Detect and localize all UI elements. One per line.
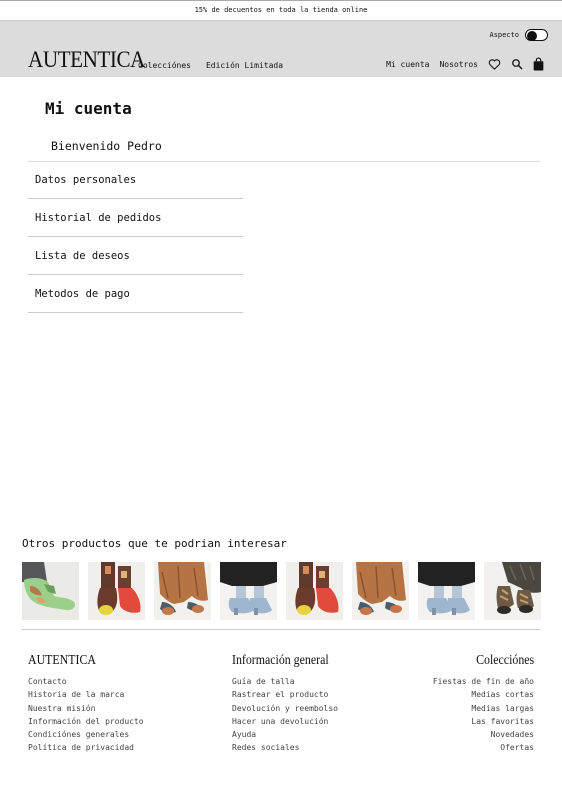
welcome-message: Bienvenido Pedro <box>51 139 162 153</box>
user-nav: Mi cuenta Nosotros <box>386 57 544 71</box>
footer-link-rastrear[interactable]: Rastrear el producto <box>232 688 342 701</box>
footer-link-historia[interactable]: Historia de la marca <box>28 688 144 701</box>
footer-link-privacidad[interactable]: Política de privacidad <box>28 741 144 754</box>
menu-item-lista-deseos[interactable]: Lista de deseos <box>28 237 243 275</box>
footer-info-title: Información general <box>232 652 329 667</box>
footer-collections: Colecciónes Fiestas de fin de año Medias… <box>433 652 534 755</box>
site-header: Aspecto AUTENTICA Colecciónes Edición Li… <box>0 21 562 77</box>
logo[interactable]: AUTENTICA <box>28 47 145 73</box>
nav-nosotros[interactable]: Nosotros <box>439 60 478 69</box>
search-icon[interactable] <box>511 58 523 70</box>
footer-link-hacer-devolucion[interactable]: Hacer una devolución <box>232 715 342 728</box>
footer-link-ayuda[interactable]: Ayuda <box>232 728 342 741</box>
account-menu: Datos personales Historial de pedidos Li… <box>28 161 243 313</box>
footer-link-mision[interactable]: Nuestra misión <box>28 702 144 715</box>
menu-item-datos-personales[interactable]: Datos personales <box>28 161 243 199</box>
footer-link-medias-cortas[interactable]: Medias cortas <box>433 688 534 701</box>
footer-link-redes[interactable]: Redes sociales <box>232 741 342 754</box>
footer-info: Información general Guía de talla Rastre… <box>232 652 342 755</box>
product-thumb-red-pattern-socks[interactable] <box>88 562 145 620</box>
footer-link-info-producto[interactable]: Información del producto <box>28 715 144 728</box>
footer-logo[interactable]: AUTENTICA <box>28 652 130 668</box>
footer-link-guia-talla[interactable]: Guía de talla <box>232 675 342 688</box>
footer-link-devolucion[interactable]: Devolución y reembolso <box>232 702 342 715</box>
nav-edicion-limitada[interactable]: Edición Limitada <box>206 61 283 70</box>
nav-mi-cuenta[interactable]: Mi cuenta <box>386 60 429 69</box>
recommendations-title: Otros productos que te podrian interesar <box>22 537 287 550</box>
footer-link-condiciones[interactable]: Condiciónes generales <box>28 728 144 741</box>
footer-brand: AUTENTICA Contacto Historia de la marca … <box>28 652 144 755</box>
nav-colecciones[interactable]: Colecciónes <box>138 61 191 70</box>
product-thumb-blue-shoes-socks[interactable] <box>220 562 277 620</box>
product-thumb-dark-pattern-socks[interactable] <box>484 562 541 620</box>
product-thumb-red-pattern-socks[interactable] <box>286 562 343 620</box>
product-thumb-brown-pants-socks[interactable] <box>352 562 409 620</box>
footer-link-fiestas[interactable]: Fiestas de fin de año <box>433 675 534 688</box>
footer-link-ofertas[interactable]: Ofertas <box>433 741 534 754</box>
product-carousel <box>22 562 541 620</box>
heart-icon[interactable] <box>488 58 501 70</box>
product-thumb-green-socks[interactable] <box>22 562 79 620</box>
footer-collections-title: Colecciónes <box>475 652 534 667</box>
divider <box>22 629 540 630</box>
bag-icon[interactable] <box>533 57 544 71</box>
main-nav: Colecciónes Edición Limitada <box>138 61 283 70</box>
product-thumb-brown-pants-socks[interactable] <box>154 562 211 620</box>
toggle-icon[interactable] <box>525 29 548 41</box>
theme-switch[interactable]: Aspecto <box>489 29 548 41</box>
footer-link-contacto[interactable]: Contacto <box>28 675 144 688</box>
promo-banner: 15% de decuentos en toda la tienda onlin… <box>0 0 562 21</box>
menu-item-historial-pedidos[interactable]: Historial de pedidos <box>28 199 243 237</box>
footer-link-novedades[interactable]: Novedades <box>433 728 534 741</box>
footer-link-medias-largas[interactable]: Medias largas <box>433 702 534 715</box>
product-thumb-blue-shoes-socks[interactable] <box>418 562 475 620</box>
footer-link-favoritas[interactable]: Las favoritas <box>433 715 534 728</box>
menu-item-metodos-pago[interactable]: Metodos de pago <box>28 275 243 313</box>
theme-switch-label: Aspecto <box>489 31 519 39</box>
page-title: Mi cuenta <box>45 99 132 118</box>
